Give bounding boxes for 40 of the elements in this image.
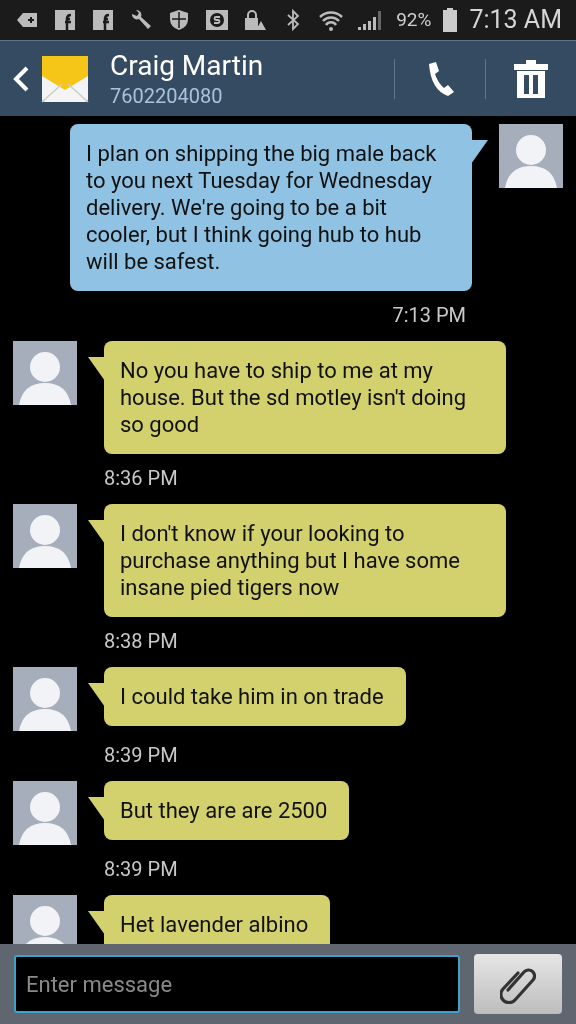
avatar-icon bbox=[13, 504, 77, 568]
received-bubble[interactable]: But they are are 2500 bbox=[104, 781, 350, 840]
sent-bubble[interactable]: I plan on shipping the big male back to you next Tuesday for Wednesday delivery. We're going to be a bit cooler, but I think going hub to hub will be safest. bbox=[70, 124, 472, 291]
avatar-icon bbox=[13, 667, 77, 731]
avatar-icon bbox=[13, 781, 77, 845]
back-icon bbox=[12, 64, 30, 93]
bubble-tail bbox=[471, 140, 488, 164]
dollar-app-icon bbox=[204, 8, 230, 32]
avatar-icon bbox=[499, 124, 563, 188]
received-bubble[interactable]: I could take him in on trade bbox=[104, 667, 406, 726]
avatar-icon bbox=[13, 895, 77, 944]
wifi-icon bbox=[318, 8, 344, 32]
signal-icon bbox=[356, 8, 382, 32]
avatar-icon bbox=[13, 341, 77, 405]
message-time: 8:36 PM bbox=[104, 465, 179, 491]
message-time: 8:38 PM bbox=[104, 628, 179, 654]
lock-warning-icon bbox=[242, 8, 268, 32]
trash-icon bbox=[513, 58, 549, 99]
battery-icon bbox=[443, 8, 458, 32]
received-bubble[interactable]: No you have to ship to me at my house. But the sd motley isn't doing so good bbox=[104, 341, 506, 454]
facebook-icon bbox=[52, 8, 78, 32]
message-time: 7:13 PM bbox=[392, 302, 466, 328]
message-time: 8:39 PM bbox=[104, 742, 179, 768]
message-text: No you have to ship to me at my house. But the sd motley isn't doing so good bbox=[120, 357, 468, 438]
envelope-icon bbox=[40, 53, 90, 104]
message-text: Het lavender albino bbox=[120, 911, 309, 938]
facebook-icon bbox=[90, 8, 116, 32]
received-bubble[interactable]: I don't know if your looking to purchase anything but I have some insane pied tigers now bbox=[104, 504, 506, 617]
message-input[interactable]: Enter message bbox=[14, 955, 460, 1013]
contact-number: 7602204080 bbox=[110, 82, 224, 109]
message-text: I plan on shipping the big male back to you next Tuesday for Wednesday delivery. We're going to be a bit cooler, but I think going hub to hub will be safest. bbox=[86, 140, 438, 275]
clock-time: 7:13 AM bbox=[469, 4, 562, 37]
contact-name: Craig Martin bbox=[110, 48, 264, 83]
attach-button[interactable] bbox=[474, 954, 562, 1014]
battery-percent: 92% bbox=[396, 6, 432, 33]
message-text: I could take him in on trade bbox=[120, 683, 384, 710]
message-time: 8:39 PM bbox=[104, 856, 179, 882]
message-text: But they are are 2500 bbox=[120, 797, 328, 824]
received-bubble[interactable]: Het lavender albino bbox=[104, 895, 331, 944]
message-text: I don't know if your looking to purchase anything but I have some insane pied tigers now bbox=[120, 520, 461, 601]
